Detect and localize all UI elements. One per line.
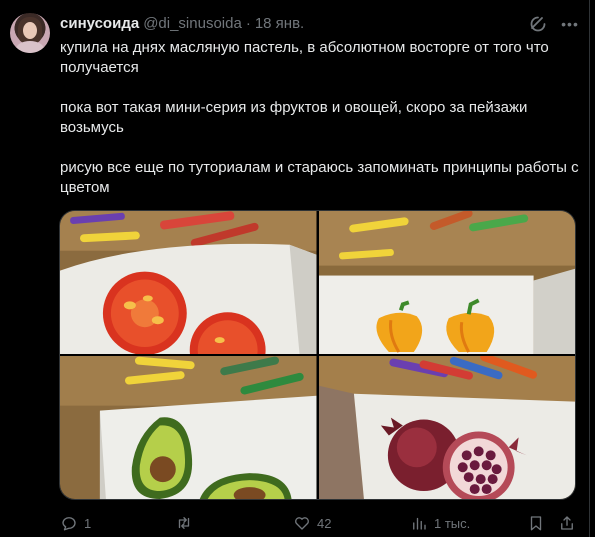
- tweet-header: синусоида @di_sinusoida · 18 янв.: [60, 13, 304, 33]
- tweet[interactable]: синусоида @di_sinusoida · 18 янв. ••• ку…: [0, 0, 590, 537]
- reply-icon: [62, 517, 76, 531]
- bookmark-button[interactable]: [527, 512, 551, 534]
- media-grid: [59, 210, 576, 500]
- author-handle[interactable]: @di_sinusoida: [143, 15, 242, 32]
- tweet-text: купила на днях масляную пастель, в абсол…: [60, 38, 580, 198]
- reply-button[interactable]: 1: [60, 512, 91, 534]
- like-button[interactable]: 42: [293, 512, 331, 534]
- tweet-paragraph-3: рисую все еще по туториалам и стараюсь з…: [60, 159, 579, 196]
- tweet-paragraph-1: купила на днях масляную пастель, в абсол…: [60, 39, 549, 76]
- tweet-date[interactable]: 18 янв.: [255, 15, 304, 32]
- more-icon[interactable]: •••: [560, 14, 580, 34]
- pomegranate-drawing[interactable]: [318, 356, 575, 499]
- like-icon: [295, 517, 309, 530]
- avatar[interactable]: [10, 13, 50, 53]
- views-count: 1 тыс.: [434, 515, 471, 531]
- views-icon: [413, 517, 426, 530]
- grok-icon[interactable]: [528, 14, 548, 34]
- action-bar: 1 42 1 тыс.: [60, 512, 580, 534]
- bookmark-icon: [530, 516, 542, 531]
- separator: ·: [245, 14, 251, 32]
- share-icon: [561, 516, 573, 530]
- reply-count: 1: [84, 515, 92, 531]
- tweet-paragraph-2: пока вот такая мини-серия из фруктов и о…: [60, 99, 528, 136]
- repost-icon: [178, 517, 190, 529]
- tomato-drawing[interactable]: [60, 211, 317, 354]
- views-button[interactable]: 1 тыс.: [410, 512, 470, 534]
- author-name[interactable]: синусоида: [60, 15, 139, 32]
- avocado-drawing[interactable]: [60, 356, 317, 499]
- share-button[interactable]: [558, 512, 582, 534]
- like-count: 42: [317, 515, 332, 531]
- repost-button[interactable]: [175, 512, 199, 534]
- bell-pepper-drawing[interactable]: [318, 211, 575, 354]
